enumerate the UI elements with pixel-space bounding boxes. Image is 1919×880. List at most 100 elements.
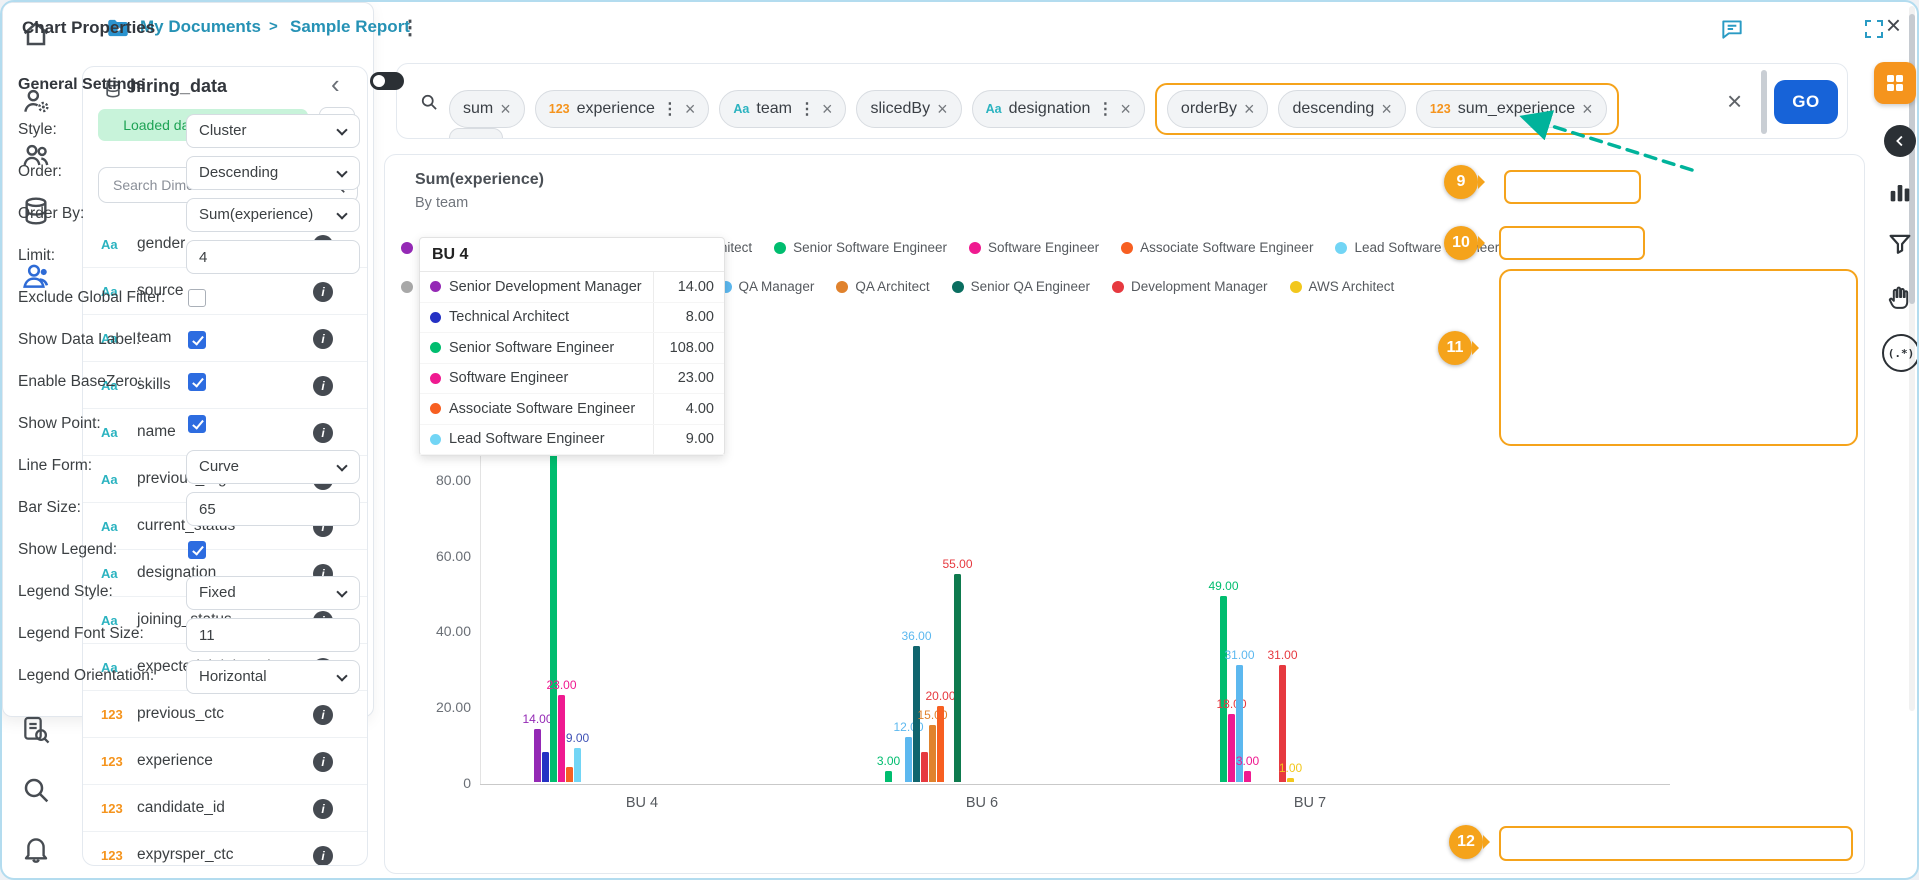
- x-axis-category-bu-7: BU 7: [1270, 795, 1350, 811]
- notifications-icon[interactable]: [20, 832, 52, 864]
- tooltip-series-name: Lead Software Engineer: [449, 431, 605, 447]
- bar[interactable]: [542, 752, 549, 782]
- breadcrumb-current[interactable]: Sample Report: [290, 17, 410, 37]
- field-row-experience[interactable]: 123experience i: [83, 738, 367, 785]
- chevron-down-icon: [336, 166, 347, 177]
- bar[interactable]: [574, 748, 581, 782]
- props-input-bar-size[interactable]: [186, 492, 360, 526]
- field-row-previous-ctc[interactable]: 123previous_ctci: [83, 691, 367, 738]
- bar[interactable]: [921, 752, 928, 782]
- props-checkbox-show-data-label[interactable]: [188, 331, 206, 349]
- bar-slot: 3.00: [1244, 771, 1251, 782]
- tooltip-title: BU 4: [420, 238, 724, 272]
- props-rows: Style:ClusterOrder:DescendingOrder By:Su…: [2, 110, 374, 698]
- field-name: experience: [137, 752, 213, 770]
- props-row-exclude-global-filter: Exclude Global Filter:: [2, 278, 374, 320]
- tooltip-value: 4.00: [654, 394, 724, 424]
- props-select-legend-style[interactable]: Fixed: [186, 576, 360, 610]
- bar[interactable]: [885, 771, 892, 782]
- bar[interactable]: [1228, 714, 1235, 782]
- tooltip-series: Senior Software Engineer: [420, 333, 654, 363]
- info-icon[interactable]: i: [313, 752, 333, 772]
- props-select-line-form[interactable]: Curve: [186, 450, 360, 484]
- annotation-badge-9: 9: [1444, 165, 1478, 199]
- breadcrumb-root[interactable]: My Documents: [140, 17, 261, 37]
- props-select-order-by[interactable]: Sum(experience): [186, 198, 360, 232]
- props-checkbox-show-point[interactable]: [188, 415, 206, 433]
- bar-data-label: 9.00: [566, 731, 589, 745]
- fullscreen-icon[interactable]: [1862, 17, 1886, 41]
- props-checkbox-show-legend[interactable]: [188, 541, 206, 559]
- props-select-legend-orientation[interactable]: Horizontal: [186, 660, 360, 694]
- bar[interactable]: [1287, 778, 1294, 782]
- tooltip-series-name: Senior Software Engineer: [449, 340, 614, 356]
- props-label: Legend Style:: [18, 583, 113, 601]
- props-label: Order:: [18, 163, 62, 181]
- props-checkbox-exclude-global-filter[interactable]: [188, 289, 206, 307]
- info-icon[interactable]: i: [313, 799, 333, 819]
- annotation-badge-10: 10: [1444, 226, 1478, 260]
- tooltip-series: Technical Architect: [420, 303, 654, 333]
- hand-tool-icon[interactable]: [1886, 284, 1914, 312]
- field-type-badge: 123: [101, 754, 137, 769]
- dashboard-grid-button[interactable]: [1874, 62, 1916, 104]
- query-mode-toggle[interactable]: [370, 72, 404, 90]
- field-row-expyrsper-ctc[interactable]: 123expyrsper_ctci: [83, 832, 367, 866]
- props-select-style[interactable]: Cluster: [186, 114, 360, 148]
- chart-tooltip: BU 4 Senior Development Manager14.00Tech…: [419, 237, 725, 456]
- tooltip-series-name: Senior Development Manager: [449, 279, 642, 295]
- select-value: Fixed: [199, 584, 236, 601]
- bar-slot: 18.00: [1228, 714, 1235, 782]
- props-select-order[interactable]: Descending: [186, 156, 360, 190]
- bar-slot: 15.00: [929, 725, 936, 782]
- props-row-legend-style: Legend Style: Fixed: [2, 572, 374, 614]
- chevron-down-icon: [336, 586, 347, 597]
- tooltip-row: Associate Software Engineer4.00: [420, 394, 724, 425]
- bar-slot: 9.00: [574, 748, 581, 782]
- bar[interactable]: [937, 706, 944, 782]
- field-row-candidate-id[interactable]: 123candidate_idi: [83, 785, 367, 832]
- props-label: Legend Orientation:: [18, 667, 154, 685]
- info-icon[interactable]: i: [313, 846, 333, 866]
- props-row-legend-font-size: Legend Font Size:: [2, 614, 374, 656]
- props-row-show-legend: Show Legend:: [2, 530, 374, 572]
- general-settings-section-title: General Settings: [18, 76, 145, 94]
- y-axis-tick-label: 0: [403, 775, 471, 791]
- bar[interactable]: [905, 737, 912, 782]
- props-label: Line Form:: [18, 457, 92, 475]
- bar[interactable]: [566, 767, 573, 782]
- bar[interactable]: [534, 729, 541, 782]
- bar-slot: 20.00: [937, 706, 944, 782]
- tooltip-value: 9.00: [654, 425, 724, 455]
- tooltip-rows: Senior Development Manager14.00Technical…: [420, 272, 724, 455]
- breadcrumb-separator: >: [269, 18, 278, 35]
- props-input-limit[interactable]: [186, 240, 360, 274]
- props-label: Exclude Global Filter:: [18, 289, 165, 307]
- search-icon[interactable]: [20, 774, 52, 806]
- back-icon[interactable]: [1884, 125, 1916, 157]
- bar[interactable]: [929, 725, 936, 782]
- tooltip-row: Senior Software Engineer108.00: [420, 333, 724, 364]
- report-menu-icon[interactable]: ⋮: [400, 15, 420, 40]
- bar-slot: [566, 767, 573, 782]
- props-label: Show Legend:: [18, 541, 117, 559]
- filter-icon[interactable]: [1886, 230, 1914, 258]
- chart-type-icon[interactable]: [1886, 178, 1914, 206]
- bar[interactable]: [1244, 771, 1251, 782]
- report-search-icon[interactable]: [20, 714, 52, 746]
- chevron-down-icon: [336, 124, 347, 135]
- bar-slot: 1.00: [1287, 778, 1294, 782]
- panel-title: Chart Properties: [22, 18, 155, 38]
- info-icon[interactable]: i: [313, 705, 333, 725]
- chevron-down-icon: [336, 670, 347, 681]
- collapse-panel-icon[interactable]: ‹: [331, 69, 340, 100]
- tooltip-series: Lead Software Engineer: [420, 425, 654, 455]
- bar[interactable]: [558, 695, 565, 782]
- props-label: Enable BaseZero:: [18, 373, 142, 391]
- regex-icon[interactable]: (.*): [1882, 334, 1919, 372]
- bar-data-label: 1.00: [1279, 761, 1302, 775]
- props-input-legend-font-size[interactable]: [186, 618, 360, 652]
- props-row-order-by: Order By:Sum(experience): [2, 194, 374, 236]
- chat-icon[interactable]: [1719, 16, 1745, 42]
- props-checkbox-enable-basezero[interactable]: [188, 373, 206, 391]
